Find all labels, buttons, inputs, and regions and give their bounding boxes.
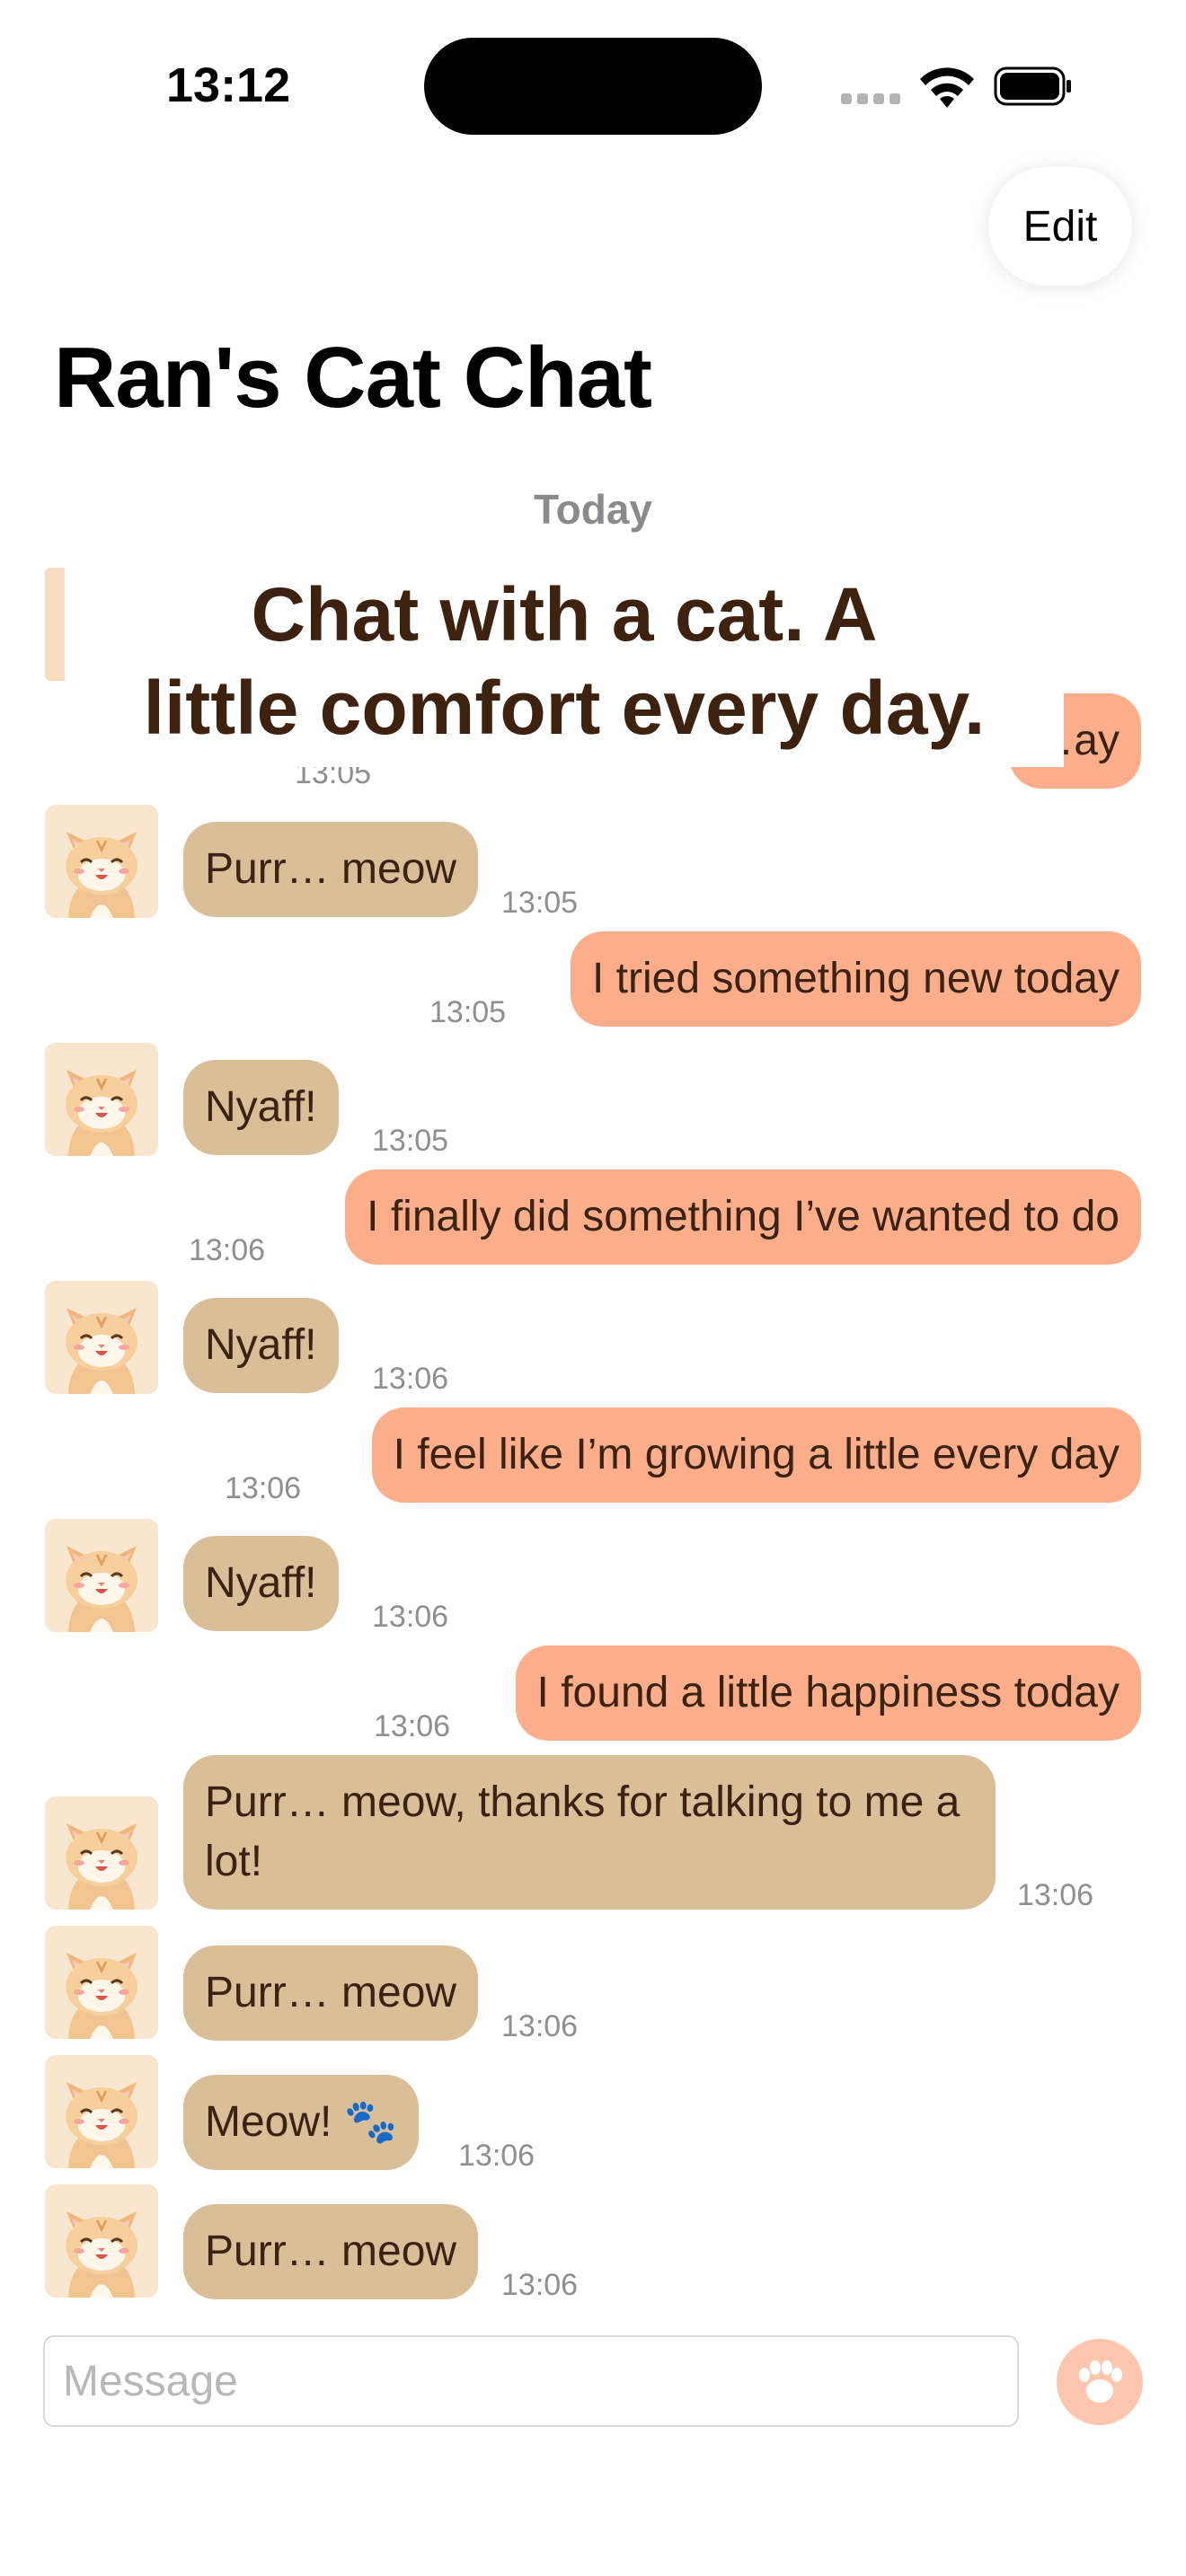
user-message-bubble[interactable]: I tried something new today — [571, 931, 1141, 1027]
promo-line-2: little comfort every day. — [143, 666, 986, 750]
cat-message-bubble[interactable]: Purr… meow, thanks for talking to me a l… — [183, 1755, 996, 1910]
message-timestamp: 13:06 — [372, 1362, 449, 1396]
user-message-bubble[interactable]: I finally did something I’ve wanted to d… — [345, 1169, 1141, 1265]
message-timestamp: 13:06 — [189, 1233, 266, 1267]
cat-avatar — [45, 1926, 158, 2039]
user-message-bubble[interactable]: I found a little happiness today — [515, 1645, 1141, 1741]
message-timestamp: 13:05 — [501, 886, 579, 920]
promo-line-1: Chat with a cat. A — [251, 572, 878, 657]
message-input[interactable]: Message — [43, 2335, 1019, 2427]
avatar-partial — [45, 568, 65, 681]
message-timestamp: 13:06 — [458, 2139, 535, 2173]
message-timestamp: 13:06 — [501, 2009, 579, 2043]
cat-message-bubble[interactable]: Purr… meow — [183, 1945, 479, 2041]
message-timestamp: 13:05 — [429, 995, 507, 1029]
user-message-bubble[interactable]: I feel like I’m growing a little every d… — [371, 1407, 1141, 1503]
cat-avatar — [45, 1519, 158, 1632]
cat-message-bubble[interactable]: Meow! 🐾 — [183, 2075, 420, 2170]
dynamic-island — [424, 38, 762, 135]
cat-message-bubble[interactable]: Nyaff! — [183, 1060, 339, 1155]
message-timestamp: 13:06 — [501, 2268, 579, 2302]
message-timestamp: 13:06 — [372, 1600, 449, 1634]
status-time: 13:12 — [166, 58, 291, 112]
cat-avatar — [45, 805, 158, 918]
send-button[interactable] — [1057, 2339, 1143, 2425]
cat-avatar — [45, 1796, 158, 1910]
message-timestamp: 13:06 — [1017, 1878, 1094, 1912]
cat-avatar — [45, 2055, 158, 2168]
page-title: Ran's Cat Chat — [54, 330, 652, 426]
cellular-signal-icon — [841, 93, 900, 106]
message-timestamp: 13:06 — [374, 1709, 451, 1743]
wifi-icon — [920, 67, 974, 108]
battery-icon — [994, 66, 1071, 106]
cat-avatar — [45, 1281, 158, 1394]
paw-icon — [1079, 2360, 1122, 2403]
cat-avatar — [45, 1043, 158, 1156]
cat-message-bubble[interactable]: Purr… meow — [183, 2204, 479, 2299]
date-separator: Today — [533, 486, 653, 533]
message-timestamp: 13:06 — [225, 1471, 302, 1505]
cat-message-bubble[interactable]: Nyaff! — [183, 1298, 339, 1393]
edit-button[interactable]: Edit — [988, 167, 1132, 286]
message-timestamp: 13:05 — [372, 1124, 449, 1158]
cat-message-bubble[interactable]: Nyaff! — [183, 1536, 339, 1631]
cat-message-bubble[interactable]: Purr… meow — [183, 822, 479, 917]
promo-banner-text: Chat with a cat. A little comfort every … — [65, 568, 1064, 754]
cat-avatar — [45, 2184, 158, 2298]
